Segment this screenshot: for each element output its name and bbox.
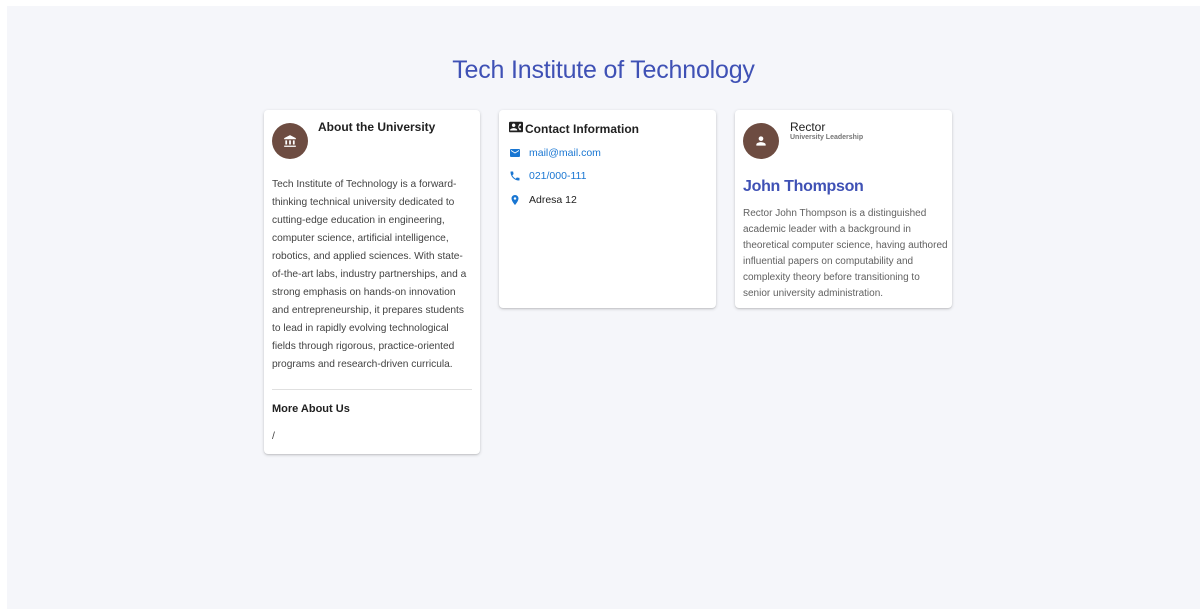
contact-title: Contact Information [525,122,639,136]
address-text: Adresa 12 [529,194,577,206]
page-title: Tech Institute of Technology [452,56,755,84]
page-background: Tech Institute of Technology About the U… [7,6,1200,609]
about-title: About the University [318,120,436,134]
phone-icon [509,170,521,182]
contact-card-icon [509,121,523,133]
more-about-value: / [272,430,275,442]
contact-card: Contact Information mail@mail.com 021/00… [499,110,716,308]
contact-address-row: Adresa 12 [509,194,577,206]
rector-bio: Rector John Thompson is a distinguished … [743,208,948,299]
rector-card: Rector University Leadership John Thomps… [735,110,952,308]
rector-subtitle: University Leadership [790,134,864,141]
about-avatar [272,123,308,159]
rector-title: Rector [790,120,826,134]
rector-name: John Thompson [743,178,864,195]
email-icon [509,147,521,159]
email-link[interactable]: mail@mail.com [529,147,601,159]
location-pin-icon [509,194,521,206]
university-icon [284,135,296,147]
person-icon [756,136,766,146]
contact-email-row: mail@mail.com [509,147,601,159]
more-about-title: More About Us [272,403,350,415]
divider [272,389,472,390]
phone-link[interactable]: 021/000-111 [529,170,586,182]
about-description: Tech Institute of Technology is a forwar… [272,179,467,370]
rector-avatar [743,123,779,159]
about-card: About the University Tech Institute of T… [264,110,480,454]
contact-phone-row: 021/000-111 [509,170,586,182]
